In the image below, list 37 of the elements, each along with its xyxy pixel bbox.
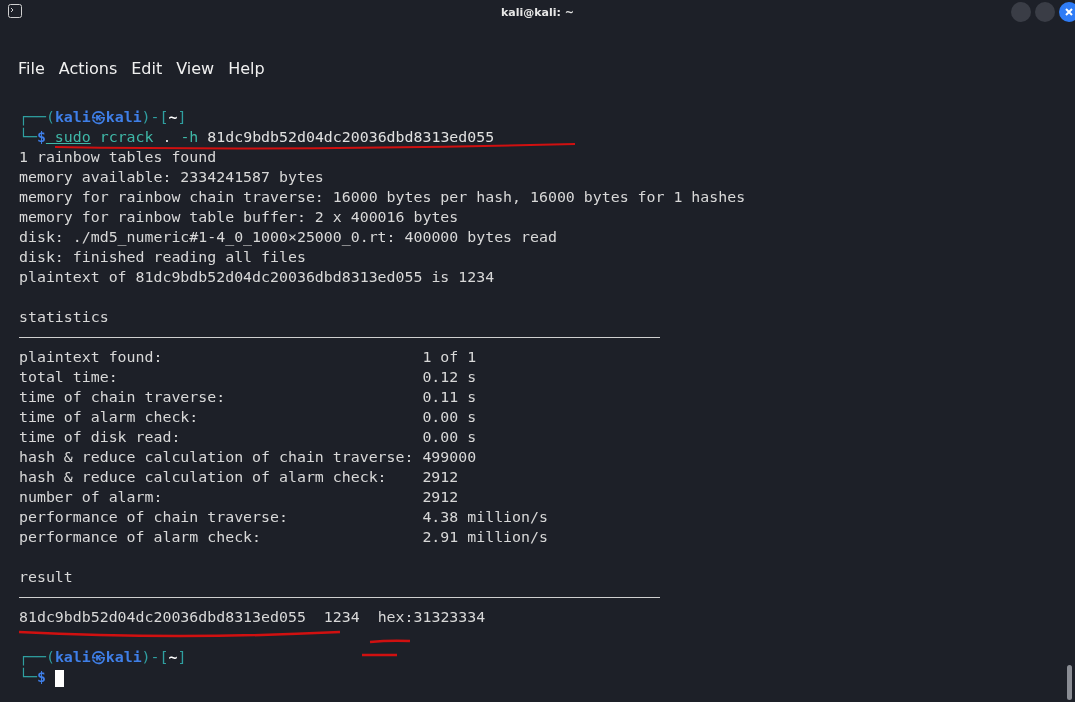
menu-item[interactable]: Actions — [52, 59, 126, 78]
statistic-line: hash & reduce calculation of alarm check: 2912 — [19, 467, 459, 487]
statistic-line: hash & reduce calculation of chain traverse: 499000 — [19, 447, 477, 467]
result-line: 81dc9bdb52d04dc20036dbd8313ed055 1234 hex:31323334 — [19, 607, 486, 627]
menu-item[interactable]: Help — [222, 59, 273, 78]
statistic-line: time of chain traverse: 0.11 s — [19, 387, 477, 407]
menu-item[interactable]: File — [12, 59, 53, 78]
statistic-line: performance of alarm check: 2.91 million/s — [19, 527, 548, 547]
statistic-line: performance of chain traverse: 4.38 million/s — [19, 507, 548, 527]
output-line: disk: finished reading all files — [19, 247, 306, 267]
terminal-icon — [8, 4, 22, 18]
command-line: └─$ sudo rcrack . -h 81dc9bdb52d04dc20036dbd8313ed055 — [19, 127, 495, 147]
shell-prompt: ┌──(kali㉿kali)-[~] — [19, 107, 187, 127]
statistic-line: number of alarm: 2912 — [19, 487, 459, 507]
menu-item[interactable]: Edit — [125, 59, 171, 78]
output-line: memory for rainbow table buffer: 2 x 400016 bytes — [19, 207, 459, 227]
annotation-underline — [369, 639, 411, 644]
statistic-line: time of alarm check: 0.00 s — [19, 407, 477, 427]
output-line: plaintext of 81dc9bdb52d04dc20036dbd8313ed055 is 1234 — [19, 267, 495, 287]
window-title: kali@kali: ~ — [501, 5, 574, 19]
output-line: statistics — [19, 307, 109, 327]
statistic-line: total time: 0.12 s — [19, 367, 477, 387]
shell-prompt: ┌──(kali㉿kali)-[~] — [19, 647, 187, 667]
minimize-button[interactable] — [1011, 2, 1031, 22]
output-line: memory for rainbow chain traverse: 16000 bytes per hash, 16000 bytes for 1 hashes — [19, 187, 746, 207]
scrollbar[interactable] — [1067, 665, 1072, 700]
output-line: disk: ./md5_numeric#1-4_0_1000×25000_0.rt: 400000 bytes read — [19, 227, 557, 247]
annotation-underline — [362, 653, 397, 657]
statistic-line: plaintext found: 1 of 1 — [19, 347, 477, 367]
menu-item[interactable]: View — [170, 59, 223, 78]
statistic-line: time of disk read: 0.00 s — [19, 427, 477, 447]
close-icon — [1064, 7, 1074, 17]
output-line: 1 rainbow tables found — [19, 147, 217, 167]
output-line: result — [19, 567, 73, 587]
close-button[interactable] — [1059, 2, 1075, 22]
output-line: memory available: 2334241587 bytes — [19, 167, 324, 187]
input-prompt[interactable]: └─$ — [19, 667, 64, 687]
